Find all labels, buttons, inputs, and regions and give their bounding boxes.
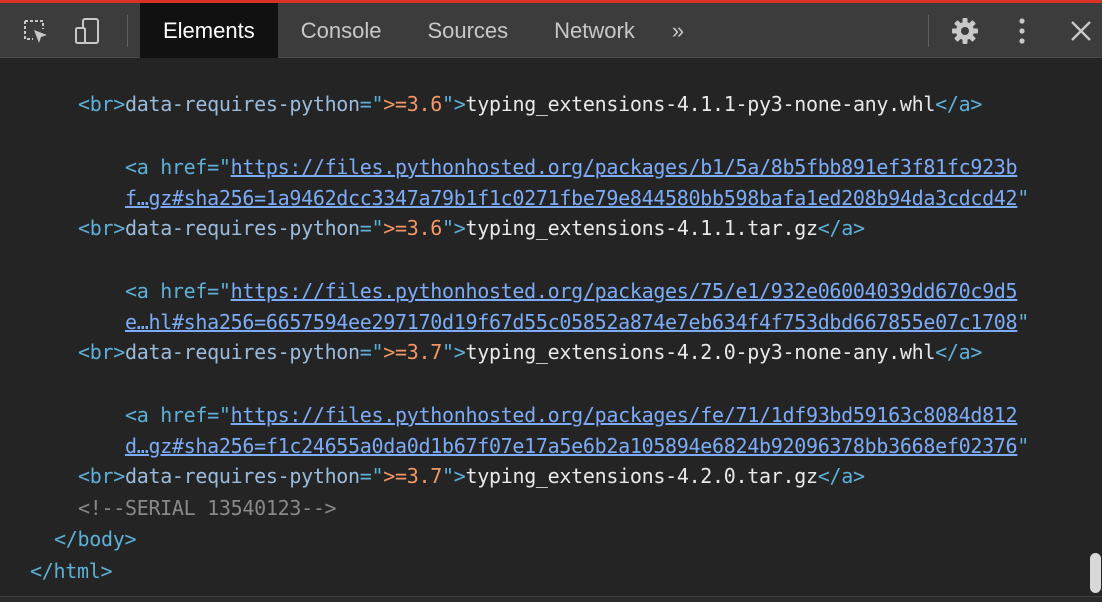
attribute-punct: =" [359, 92, 384, 116]
attribute-value: >=3.7 [383, 340, 442, 364]
more-options-icon[interactable] [1005, 13, 1039, 49]
inspect-element-icon[interactable] [18, 13, 52, 49]
toolbar-divider [127, 15, 128, 47]
attribute-value: >=3.6 [383, 216, 442, 240]
tab-network[interactable]: Network [531, 3, 658, 58]
tag-punct: "> [442, 340, 466, 364]
vertical-scrollbar[interactable] [1088, 58, 1102, 598]
closing-tag: </a> [817, 464, 865, 488]
more-tabs-button[interactable]: » [658, 3, 698, 58]
tab-sources[interactable]: Sources [404, 3, 531, 58]
attribute-name: data-requires-python [124, 216, 360, 240]
dom-node-line[interactable]: data-requires-python=">=3.6">typing_exte… [78, 182, 865, 240]
scrollbar-thumb[interactable] [1090, 553, 1101, 593]
attribute-punct: =" [359, 340, 384, 364]
tag-punct: "> [442, 216, 466, 240]
closing-tag: </a> [935, 92, 983, 116]
dom-node-line[interactable]: data-requires-python=">=3.7">typing_exte… [78, 430, 865, 488]
body-close-tag[interactable]: </body> [54, 524, 136, 555]
closing-tag: </a> [817, 216, 865, 240]
dom-node-anchor[interactable]: <a href="https://files.pythonhosted.org/… [78, 121, 1018, 179]
dom-tree[interactable]: data-requires-python=">=3.6">typing_exte… [0, 58, 1088, 598]
link-text: typing_extensions-4.1.1.tar.gz [465, 216, 818, 240]
link-text: typing_extensions-4.2.0.tar.gz [465, 464, 818, 488]
attribute-name: data-requires-python [124, 464, 360, 488]
tab-console[interactable]: Console [278, 3, 405, 58]
dom-node-anchor[interactable]: <a href="https://files.pythonhosted.org/… [78, 369, 1018, 427]
dom-node-anchor[interactable]: <a href="https://files.pythonhosted.org/… [78, 245, 1018, 303]
tab-elements[interactable]: Elements [140, 3, 278, 58]
dom-node-line[interactable]: data-requires-python=">=3.7">typing_exte… [78, 306, 982, 364]
dom-node-anchor-cont[interactable]: d…gz#sha256=f1c24655a0da0d1b67f07e17a5e6… [78, 400, 1029, 458]
br-tag[interactable]: <br> [78, 337, 125, 368]
attribute-value: >=3.6 [383, 92, 442, 116]
dom-node-anchor-cont[interactable]: e…hl#sha256=6657594ee297170d19f67d55c058… [78, 276, 1029, 334]
toolbar-divider [928, 15, 929, 47]
attribute-value: >=3.7 [383, 464, 442, 488]
br-tag[interactable]: <br> [78, 213, 125, 244]
panel-tabs: Elements Console Sources Network » [140, 3, 698, 58]
closing-tag: </a> [935, 340, 983, 364]
device-toolbar-icon[interactable] [70, 13, 104, 49]
tag-punct: "> [442, 464, 466, 488]
attribute-punct: " [1017, 186, 1030, 210]
attribute-punct: =" [359, 464, 384, 488]
html-close-tag[interactable]: </html> [30, 556, 112, 587]
tag-punct: "> [442, 92, 466, 116]
attribute-name: data-requires-python [124, 92, 360, 116]
devtools-toolbar: Elements Console Sources Network » [0, 0, 1102, 58]
link-text: typing_extensions-4.2.0-py3-none-any.whl [465, 340, 936, 364]
attribute-punct: " [1017, 434, 1030, 458]
dom-node-line[interactable]: data-requires-python=">=3.6">typing_exte… [78, 58, 982, 116]
dom-node-anchor-cont[interactable]: f…gz#sha256=1a9462dcc3347a79b1f1c0271fbe… [78, 152, 1029, 210]
attribute-punct: " [1017, 310, 1030, 334]
br-tag[interactable]: <br> [78, 461, 125, 492]
settings-gear-icon[interactable] [948, 13, 982, 49]
link-text: typing_extensions-4.1.1-py3-none-any.whl [465, 92, 936, 116]
close-icon[interactable] [1064, 13, 1098, 49]
html-comment[interactable]: <!--SERIAL 13540123--> [78, 493, 337, 524]
attribute-punct: =" [359, 216, 384, 240]
panel-bottom-edge [0, 596, 1102, 602]
br-tag[interactable]: <br> [78, 89, 125, 120]
attribute-name: data-requires-python [124, 340, 360, 364]
